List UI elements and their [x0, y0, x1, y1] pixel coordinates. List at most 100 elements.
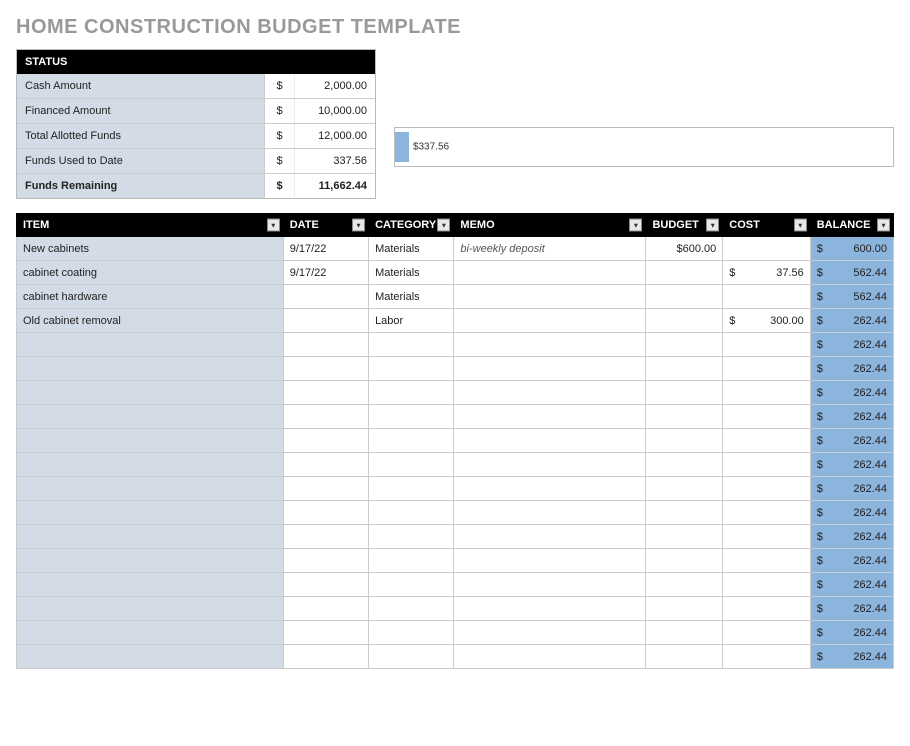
cell-item[interactable] [17, 573, 284, 597]
col-header-memo[interactable]: MEMO▾ [454, 214, 646, 237]
cell-date[interactable] [283, 453, 368, 477]
cell-item[interactable] [17, 357, 284, 381]
cell-item[interactable]: cabinet coating [17, 261, 284, 285]
cell-balance[interactable]: $262.44 [810, 333, 893, 357]
cell-cost[interactable] [723, 333, 810, 357]
cell-cost[interactable] [723, 477, 810, 501]
cell-balance[interactable]: $262.44 [810, 381, 893, 405]
cell-memo[interactable] [454, 453, 646, 477]
cell-balance[interactable]: $262.44 [810, 309, 893, 333]
cell-item[interactable] [17, 501, 284, 525]
cell-cost[interactable] [723, 549, 810, 573]
cell-cost[interactable] [723, 405, 810, 429]
cell-date[interactable] [283, 381, 368, 405]
cell-budget[interactable] [646, 261, 723, 285]
cell-item[interactable] [17, 477, 284, 501]
cell-date[interactable] [283, 333, 368, 357]
cell-category[interactable]: Labor [369, 309, 454, 333]
filter-icon[interactable]: ▾ [352, 219, 365, 232]
cell-category[interactable] [369, 381, 454, 405]
cell-item[interactable] [17, 645, 284, 669]
col-header-date[interactable]: DATE▾ [283, 214, 368, 237]
filter-icon[interactable]: ▾ [437, 219, 450, 232]
cell-memo[interactable] [454, 477, 646, 501]
cell-cost[interactable]: $37.56 [723, 261, 810, 285]
cell-category[interactable] [369, 477, 454, 501]
cell-budget[interactable] [646, 357, 723, 381]
cell-category[interactable] [369, 525, 454, 549]
cell-cost[interactable] [723, 285, 810, 309]
cell-cost[interactable] [723, 525, 810, 549]
cell-item[interactable]: cabinet hardware [17, 285, 284, 309]
cell-cost[interactable] [723, 237, 810, 261]
cell-date[interactable] [283, 357, 368, 381]
cell-date[interactable] [283, 549, 368, 573]
cell-item[interactable] [17, 429, 284, 453]
cell-budget[interactable] [646, 501, 723, 525]
cell-balance[interactable]: $562.44 [810, 285, 893, 309]
filter-icon[interactable]: ▾ [267, 219, 280, 232]
cell-balance[interactable]: $600.00 [810, 237, 893, 261]
filter-icon[interactable]: ▾ [629, 219, 642, 232]
cell-item[interactable] [17, 405, 284, 429]
cell-budget[interactable] [646, 453, 723, 477]
col-header-budget[interactable]: BUDGET▾ [646, 214, 723, 237]
cell-item[interactable] [17, 453, 284, 477]
cell-cost[interactable] [723, 429, 810, 453]
cell-category[interactable] [369, 573, 454, 597]
cell-memo[interactable] [454, 501, 646, 525]
col-header-cost[interactable]: COST▾ [723, 214, 810, 237]
cell-cost[interactable] [723, 645, 810, 669]
cell-category[interactable]: Materials [369, 261, 454, 285]
cell-budget[interactable]: $600.00 [646, 237, 723, 261]
cell-date[interactable]: 9/17/22 [283, 261, 368, 285]
cell-date[interactable] [283, 285, 368, 309]
cell-item[interactable]: New cabinets [17, 237, 284, 261]
cell-balance[interactable]: $262.44 [810, 501, 893, 525]
cell-balance[interactable]: $562.44 [810, 261, 893, 285]
cell-memo[interactable]: bi-weekly deposit [454, 237, 646, 261]
cell-cost[interactable] [723, 381, 810, 405]
cell-budget[interactable] [646, 477, 723, 501]
cell-memo[interactable] [454, 573, 646, 597]
col-header-category[interactable]: CATEGORY▾ [369, 214, 454, 237]
cell-memo[interactable] [454, 333, 646, 357]
cell-memo[interactable] [454, 525, 646, 549]
cell-category[interactable] [369, 645, 454, 669]
cell-category[interactable] [369, 429, 454, 453]
filter-icon[interactable]: ▾ [706, 219, 719, 232]
cell-category[interactable]: Materials [369, 285, 454, 309]
cell-category[interactable] [369, 597, 454, 621]
cell-memo[interactable] [454, 309, 646, 333]
cell-balance[interactable]: $262.44 [810, 405, 893, 429]
cell-cost[interactable] [723, 597, 810, 621]
cell-category[interactable] [369, 621, 454, 645]
cell-category[interactable] [369, 549, 454, 573]
cell-cost[interactable] [723, 357, 810, 381]
cell-date[interactable] [283, 525, 368, 549]
cell-budget[interactable] [646, 429, 723, 453]
cell-date[interactable] [283, 573, 368, 597]
col-header-item[interactable]: ITEM▾ [17, 214, 284, 237]
cell-budget[interactable] [646, 645, 723, 669]
cell-budget[interactable] [646, 381, 723, 405]
filter-icon[interactable]: ▾ [794, 219, 807, 232]
cell-date[interactable] [283, 597, 368, 621]
cell-date[interactable] [283, 405, 368, 429]
cell-balance[interactable]: $262.44 [810, 453, 893, 477]
cell-item[interactable] [17, 597, 284, 621]
cell-item[interactable] [17, 621, 284, 645]
cell-memo[interactable] [454, 621, 646, 645]
cell-balance[interactable]: $262.44 [810, 621, 893, 645]
cell-date[interactable] [283, 501, 368, 525]
cell-budget[interactable] [646, 573, 723, 597]
cell-item[interactable] [17, 549, 284, 573]
cell-cost[interactable] [723, 621, 810, 645]
cell-budget[interactable] [646, 309, 723, 333]
cell-memo[interactable] [454, 285, 646, 309]
cell-budget[interactable] [646, 525, 723, 549]
cell-balance[interactable]: $262.44 [810, 597, 893, 621]
cell-item[interactable]: Old cabinet removal [17, 309, 284, 333]
cell-category[interactable] [369, 405, 454, 429]
cell-balance[interactable]: $262.44 [810, 429, 893, 453]
